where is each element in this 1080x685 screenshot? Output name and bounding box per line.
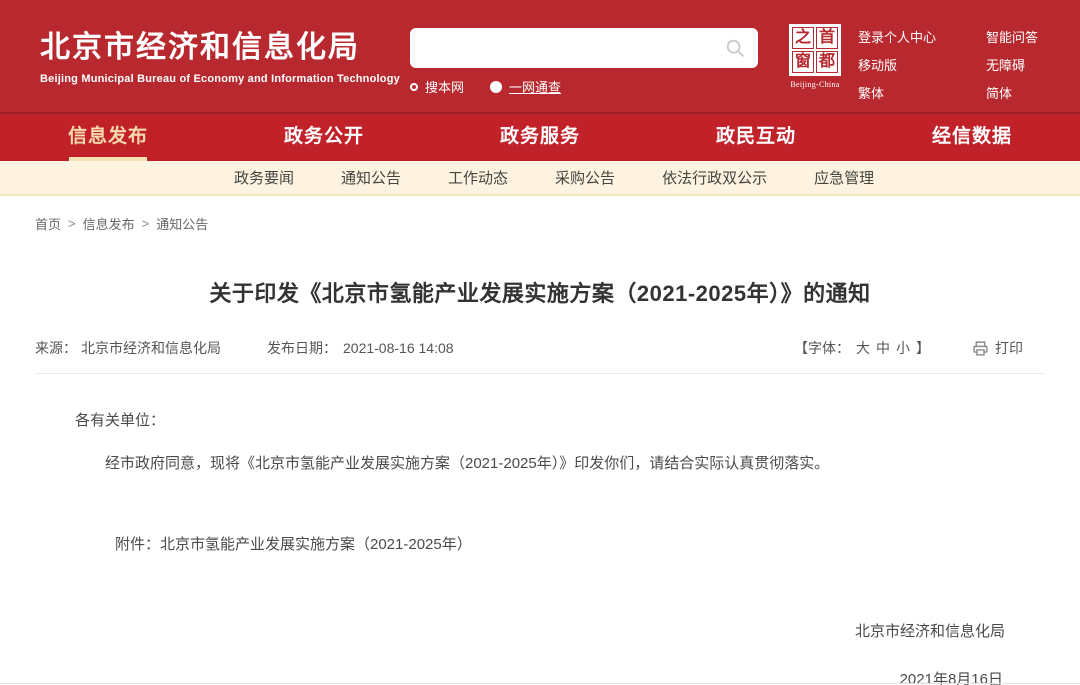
font-size-large-button[interactable]: 大 — [856, 338, 870, 358]
font-control-close: 】 — [916, 338, 930, 358]
nav-item-gov-services[interactable]: 政务服务 — [432, 114, 648, 161]
seal-char: 窗 — [792, 51, 814, 73]
link-simplified-chinese[interactable]: 简体 — [986, 83, 1038, 102]
subnav-item-procurement[interactable]: 采购公告 — [555, 167, 615, 188]
print-label: 打印 — [995, 338, 1023, 358]
site-header: 北京市经济和信息化局 Beijing Municipal Bureau of E… — [0, 0, 1080, 112]
salutation: 各有关单位： — [75, 409, 1045, 430]
font-control-open: 【字体： — [794, 338, 850, 358]
nav-item-economic-data[interactable]: 经信数据 — [864, 114, 1080, 161]
article-body: 各有关单位： 经市政府同意，现将《北京市氢能产业发展实施方案（2021-2025… — [35, 409, 1045, 685]
radio-ring-icon — [410, 83, 418, 91]
seal-char: 都 — [816, 51, 838, 73]
subnav-item-gov-news[interactable]: 政务要闻 — [234, 167, 294, 188]
nav-item-public-interaction[interactable]: 政民互动 — [648, 114, 864, 161]
search-icon[interactable] — [724, 37, 746, 59]
article-title: 关于印发《北京市氢能产业发展实施方案（2021-2025年）》的通知 — [35, 276, 1045, 308]
body-paragraph: 经市政府同意，现将《北京市氢能产业发展实施方案（2021-2025年）》印发你们… — [35, 451, 1045, 477]
breadcrumb-separator: > — [142, 216, 150, 231]
bottom-divider — [0, 683, 1080, 684]
main-nav: 信息发布 政务公开 政务服务 政民互动 经信数据 — [0, 112, 1080, 161]
search-scope: 搜本网 一网通查 — [410, 77, 758, 96]
search-scope-network[interactable]: 一网通查 — [490, 77, 561, 96]
seal-grid: 之 首 窗 都 — [789, 24, 841, 76]
search-input[interactable] — [410, 28, 698, 66]
site-title: 北京市经济和信息化局 — [40, 22, 400, 66]
search-area: 搜本网 一网通查 — [410, 28, 758, 96]
link-login-personal-center[interactable]: 登录个人中心 — [858, 27, 936, 46]
scope-label: 一网通查 — [509, 77, 561, 96]
site-subtitle: Beijing Municipal Bureau of Economy and … — [40, 73, 400, 85]
nav-item-gov-affairs-open[interactable]: 政务公开 — [216, 114, 432, 161]
printer-icon — [972, 340, 989, 357]
sub-nav: 政务要闻 通知公告 工作动态 采购公告 依法行政双公示 应急管理 — [0, 161, 1080, 196]
breadcrumb-info-release[interactable]: 信息发布 — [83, 214, 135, 233]
subnav-item-law-publicity[interactable]: 依法行政双公示 — [662, 167, 767, 188]
breadcrumb-notices[interactable]: 通知公告 — [156, 214, 208, 233]
quick-links-col-1: 登录个人中心 移动版 繁体 — [858, 27, 936, 102]
seal-char: 首 — [816, 27, 838, 49]
subnav-item-emergency-mgmt[interactable]: 应急管理 — [814, 167, 874, 188]
article-meta-right: 【字体： 大 中 小 】 打印 — [794, 338, 1045, 358]
article-meta-left: 来源： 北京市经济和信息化局 发布日期： 2021-08-16 14:08 — [35, 338, 454, 358]
print-button[interactable]: 打印 — [972, 338, 1023, 358]
signature-agency: 北京市经济和信息化局 — [35, 620, 1045, 641]
quick-links-col-2: 智能问答 无障碍 简体 — [986, 27, 1038, 102]
scope-label: 搜本网 — [425, 77, 464, 96]
subnav-item-work-trends[interactable]: 工作动态 — [448, 167, 508, 188]
quick-links: 登录个人中心 移动版 繁体 智能问答 无障碍 简体 — [858, 27, 1038, 102]
font-size-control: 【字体： 大 中 小 】 — [794, 338, 930, 358]
attachment-link[interactable]: 附件：北京市氢能产业发展实施方案（2021-2025年） — [115, 533, 1045, 554]
link-accessibility[interactable]: 无障碍 — [986, 55, 1038, 74]
link-traditional-chinese[interactable]: 繁体 — [858, 83, 936, 102]
source-label: 来源： — [35, 338, 77, 358]
nav-item-info-release[interactable]: 信息发布 — [0, 114, 216, 161]
link-mobile-version[interactable]: 移动版 — [858, 55, 936, 74]
publish-date-label: 发布日期： — [267, 338, 337, 358]
publish-date-value: 2021-08-16 14:08 — [343, 340, 454, 356]
search-scope-site[interactable]: 搜本网 — [410, 77, 464, 96]
breadcrumb-home[interactable]: 首页 — [35, 214, 61, 233]
radio-dot-icon — [490, 81, 502, 93]
meta-divider — [35, 373, 1045, 374]
seal-char: 之 — [792, 27, 814, 49]
font-size-medium-button[interactable]: 中 — [876, 338, 890, 358]
page: 北京市经济和信息化局 Beijing Municipal Bureau of E… — [0, 0, 1080, 685]
breadcrumb-separator: > — [68, 216, 76, 231]
article-meta-row: 来源： 北京市经济和信息化局 发布日期： 2021-08-16 14:08 【字… — [35, 338, 1045, 358]
capital-window-seal-logo[interactable]: 之 首 窗 都 Beijing-China — [786, 24, 844, 89]
font-size-small-button[interactable]: 小 — [896, 338, 910, 358]
seal-caption: Beijing-China — [786, 80, 844, 89]
subnav-item-notices[interactable]: 通知公告 — [341, 167, 401, 188]
site-logo[interactable]: 北京市经济和信息化局 Beijing Municipal Bureau of E… — [40, 22, 400, 85]
breadcrumb: 首页 > 信息发布 > 通知公告 — [35, 214, 1045, 233]
content: 首页 > 信息发布 > 通知公告 关于印发《北京市氢能产业发展实施方案（2021… — [0, 214, 1080, 685]
link-smart-qa[interactable]: 智能问答 — [986, 27, 1038, 46]
source-value: 北京市经济和信息化局 — [81, 338, 221, 358]
search-box — [410, 28, 758, 68]
